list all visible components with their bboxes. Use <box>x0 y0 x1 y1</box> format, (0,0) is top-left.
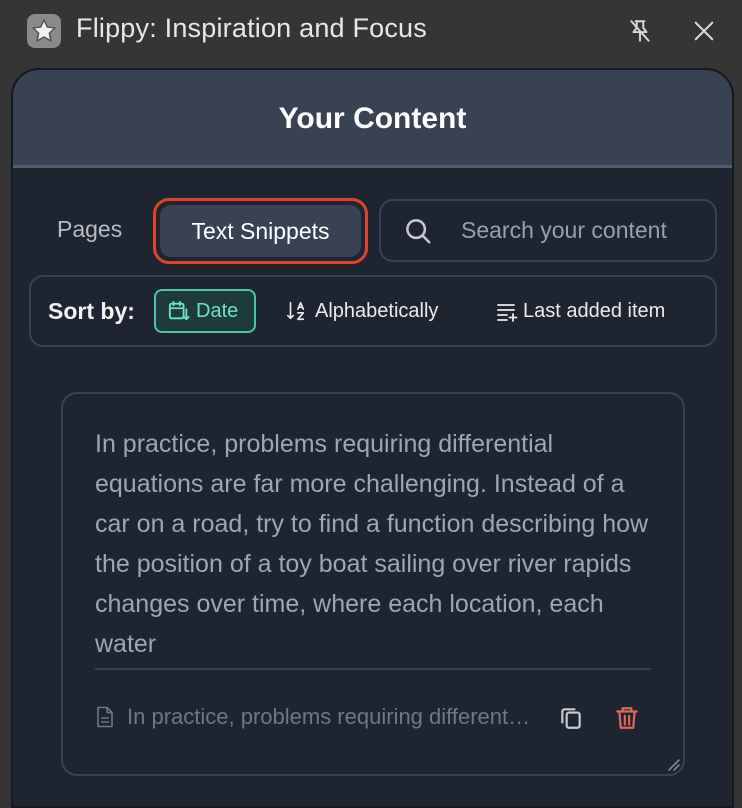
document-icon <box>97 706 113 728</box>
sort-alphabetically-button[interactable]: Alphabetically <box>285 289 438 333</box>
close-icon <box>694 21 714 41</box>
card-divider <box>95 668 651 670</box>
search-icon <box>406 219 431 244</box>
search-input[interactable] <box>461 201 711 260</box>
snippet-source[interactable]: In practice, problems requiring differen… <box>127 704 535 730</box>
sort-alpha-label: Alphabetically <box>315 299 439 322</box>
sort-last-added-button[interactable]: Last added item <box>495 289 665 333</box>
star-icon <box>32 19 56 42</box>
copy-icon <box>561 708 581 729</box>
resize-handle[interactable] <box>665 756 681 772</box>
tab-text-snippets[interactable]: Text Snippets <box>160 205 361 257</box>
snippet-footer: In practice, problems requiring differen… <box>95 698 655 738</box>
sort-az-icon <box>286 301 305 321</box>
sort-last-label: Last added item <box>523 299 666 322</box>
app-icon <box>27 14 61 48</box>
calendar-sort-icon <box>168 300 190 321</box>
tab-pages[interactable]: Pages <box>57 216 122 243</box>
window-titlebar: Flippy: Inspiration and Focus <box>0 0 742 62</box>
search-box[interactable] <box>379 199 717 262</box>
panel-title: Your Content <box>278 102 467 135</box>
trash-icon <box>616 707 638 729</box>
snippet-text[interactable]: In practice, problems requiring differen… <box>95 424 655 668</box>
list-add-icon <box>497 304 518 322</box>
panel-header: Your Content <box>13 70 732 168</box>
sort-date-label: Date <box>196 299 239 322</box>
close-button[interactable] <box>688 14 720 48</box>
delete-button[interactable] <box>611 702 643 734</box>
window-title: Flippy: Inspiration and Focus <box>76 13 427 43</box>
tab-snippets-highlight: Text Snippets <box>153 198 368 264</box>
snippet-card: In practice, problems requiring differen… <box>61 392 685 776</box>
sort-label: Sort by: <box>48 298 135 324</box>
sort-bar: Sort by: Date Alphabetically Last added <box>29 275 717 347</box>
content-panel: Your Content Pages Text Snippets Sort by… <box>11 68 734 808</box>
copy-button[interactable] <box>555 702 587 734</box>
pin-off-icon <box>630 20 650 42</box>
unpin-button[interactable] <box>624 14 656 48</box>
sort-by-date-button[interactable]: Date <box>154 289 256 333</box>
